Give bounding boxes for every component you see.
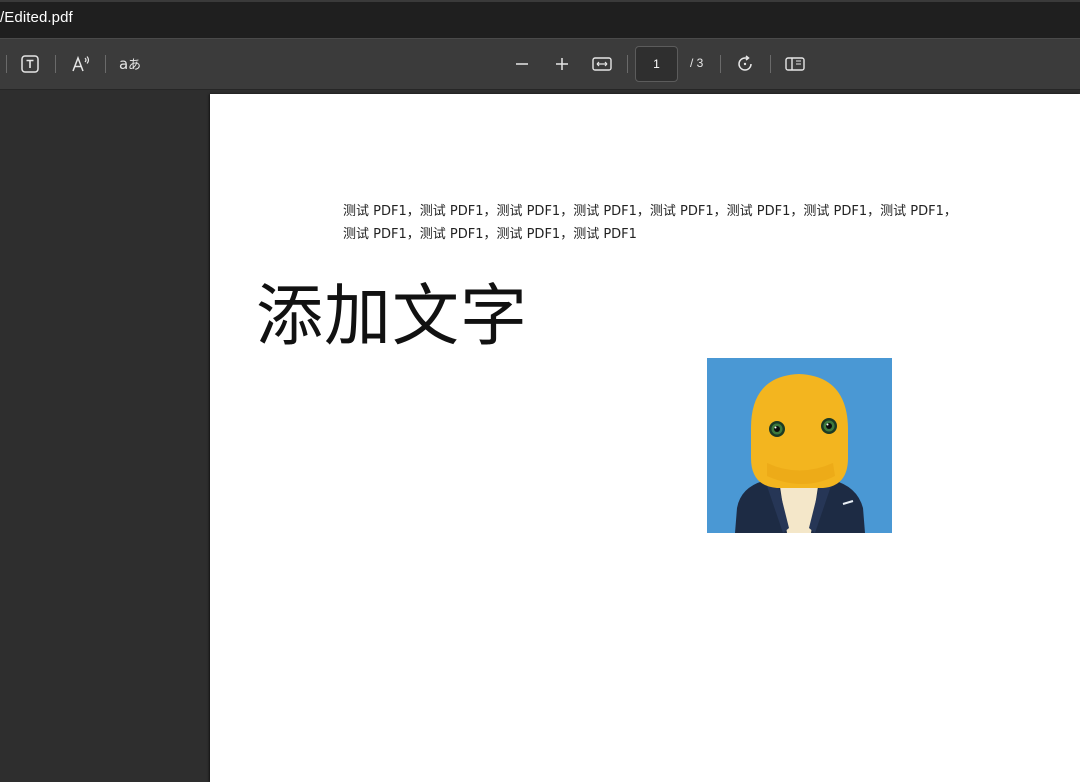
read-aloud-icon	[70, 54, 92, 74]
fit-width-icon	[591, 55, 613, 73]
body-paragraph: 测试 PDF1，测试 PDF1，测试 PDF1，测试 PDF1，测试 PDF1，…	[343, 204, 957, 242]
svg-text:あ: あ	[128, 58, 141, 73]
page-view-icon	[784, 55, 806, 73]
added-text-heading: 添加文字	[256, 277, 528, 355]
toolbar-separator	[720, 55, 721, 73]
window-title: /Edited.pdf	[0, 9, 73, 26]
rotate-icon	[735, 54, 755, 74]
translate-icon: a あ	[118, 54, 142, 74]
fit-width-button[interactable]	[588, 51, 616, 77]
toolbar: a あ / 3	[0, 38, 1080, 90]
yellow-mascot-image	[707, 358, 892, 533]
toolbar-separator	[6, 55, 7, 73]
zoom-in-button[interactable]	[548, 51, 576, 77]
read-aloud-button[interactable]	[67, 51, 95, 77]
toolbar-separator	[627, 55, 628, 73]
text-box-icon	[20, 54, 40, 74]
svg-text:a: a	[119, 55, 128, 73]
toolbar-separator	[770, 55, 771, 73]
title-bar: /Edited.pdf	[0, 0, 1080, 38]
zoom-out-button[interactable]	[508, 51, 536, 77]
text-tool-button[interactable]	[16, 51, 44, 77]
pdf-page[interactable]: 测试 PDF1，测试 PDF1，测试 PDF1，测试 PDF1，测试 PDF1，…	[210, 94, 1080, 782]
minus-icon	[514, 56, 530, 72]
rotate-button[interactable]	[731, 51, 759, 77]
translate-button[interactable]: a あ	[116, 51, 144, 77]
page-number-input[interactable]	[635, 46, 678, 82]
page-total: / 3	[690, 56, 704, 70]
toolbar-separator	[55, 55, 56, 73]
page-view-button[interactable]	[781, 51, 809, 77]
toolbar-separator	[105, 55, 106, 73]
plus-icon	[554, 56, 570, 72]
